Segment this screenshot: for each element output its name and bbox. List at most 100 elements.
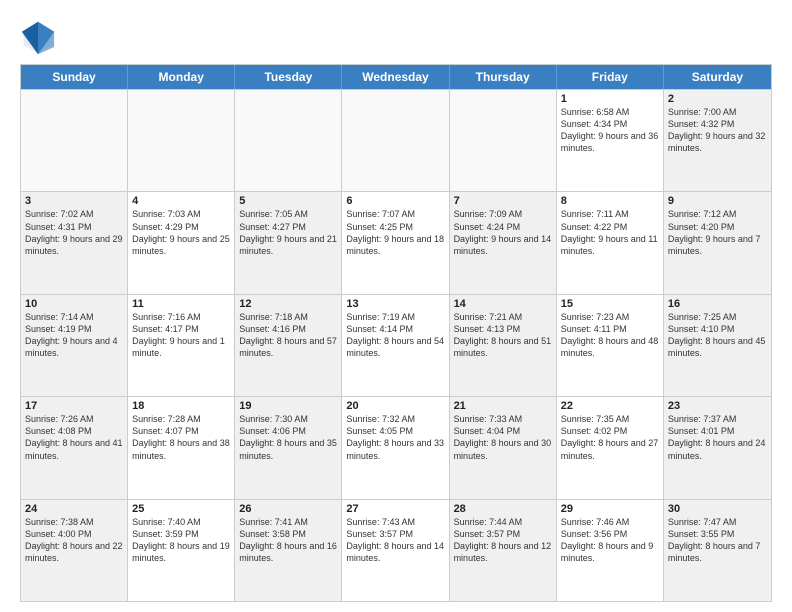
calendar-cell-19: 19Sunrise: 7:30 AM Sunset: 4:06 PM Dayli… [235, 397, 342, 498]
day-info: Sunrise: 6:58 AM Sunset: 4:34 PM Dayligh… [561, 106, 659, 155]
day-number: 24 [25, 503, 123, 515]
day-number: 3 [25, 195, 123, 207]
calendar-cell-4: 4Sunrise: 7:03 AM Sunset: 4:29 PM Daylig… [128, 192, 235, 293]
day-info: Sunrise: 7:33 AM Sunset: 4:04 PM Dayligh… [454, 413, 552, 462]
day-info: Sunrise: 7:02 AM Sunset: 4:31 PM Dayligh… [25, 208, 123, 257]
calendar-cell-16: 16Sunrise: 7:25 AM Sunset: 4:10 PM Dayli… [664, 295, 771, 396]
day-info: Sunrise: 7:12 AM Sunset: 4:20 PM Dayligh… [668, 208, 767, 257]
day-number: 28 [454, 503, 552, 515]
day-number: 23 [668, 400, 767, 412]
calendar-row-1: 3Sunrise: 7:02 AM Sunset: 4:31 PM Daylig… [21, 191, 771, 293]
calendar-cell-26: 26Sunrise: 7:41 AM Sunset: 3:58 PM Dayli… [235, 500, 342, 601]
calendar-body: 1Sunrise: 6:58 AM Sunset: 4:34 PM Daylig… [21, 89, 771, 601]
day-info: Sunrise: 7:00 AM Sunset: 4:32 PM Dayligh… [668, 106, 767, 155]
calendar-cell-1: 1Sunrise: 6:58 AM Sunset: 4:34 PM Daylig… [557, 90, 664, 191]
day-number: 25 [132, 503, 230, 515]
day-info: Sunrise: 7:41 AM Sunset: 3:58 PM Dayligh… [239, 516, 337, 565]
day-number: 12 [239, 298, 337, 310]
logo [20, 20, 58, 56]
calendar-row-0: 1Sunrise: 6:58 AM Sunset: 4:34 PM Daylig… [21, 89, 771, 191]
day-info: Sunrise: 7:47 AM Sunset: 3:55 PM Dayligh… [668, 516, 767, 565]
day-info: Sunrise: 7:09 AM Sunset: 4:24 PM Dayligh… [454, 208, 552, 257]
day-number: 6 [346, 195, 444, 207]
header-cell-wednesday: Wednesday [342, 65, 449, 89]
day-number: 18 [132, 400, 230, 412]
calendar-cell-empty-0-4 [450, 90, 557, 191]
day-info: Sunrise: 7:19 AM Sunset: 4:14 PM Dayligh… [346, 311, 444, 360]
day-number: 4 [132, 195, 230, 207]
calendar-cell-empty-0-0 [21, 90, 128, 191]
calendar-row-3: 17Sunrise: 7:26 AM Sunset: 4:08 PM Dayli… [21, 396, 771, 498]
calendar-cell-20: 20Sunrise: 7:32 AM Sunset: 4:05 PM Dayli… [342, 397, 449, 498]
day-info: Sunrise: 7:30 AM Sunset: 4:06 PM Dayligh… [239, 413, 337, 462]
day-number: 13 [346, 298, 444, 310]
header-cell-tuesday: Tuesday [235, 65, 342, 89]
calendar-cell-7: 7Sunrise: 7:09 AM Sunset: 4:24 PM Daylig… [450, 192, 557, 293]
header [20, 16, 772, 56]
header-cell-thursday: Thursday [450, 65, 557, 89]
day-info: Sunrise: 7:23 AM Sunset: 4:11 PM Dayligh… [561, 311, 659, 360]
calendar-row-2: 10Sunrise: 7:14 AM Sunset: 4:19 PM Dayli… [21, 294, 771, 396]
day-info: Sunrise: 7:46 AM Sunset: 3:56 PM Dayligh… [561, 516, 659, 565]
day-info: Sunrise: 7:28 AM Sunset: 4:07 PM Dayligh… [132, 413, 230, 462]
day-info: Sunrise: 7:18 AM Sunset: 4:16 PM Dayligh… [239, 311, 337, 360]
calendar-cell-empty-0-2 [235, 90, 342, 191]
calendar-cell-17: 17Sunrise: 7:26 AM Sunset: 4:08 PM Dayli… [21, 397, 128, 498]
calendar-cell-14: 14Sunrise: 7:21 AM Sunset: 4:13 PM Dayli… [450, 295, 557, 396]
calendar-cell-15: 15Sunrise: 7:23 AM Sunset: 4:11 PM Dayli… [557, 295, 664, 396]
day-number: 15 [561, 298, 659, 310]
day-number: 8 [561, 195, 659, 207]
calendar-header: SundayMondayTuesdayWednesdayThursdayFrid… [21, 65, 771, 89]
calendar-cell-24: 24Sunrise: 7:38 AM Sunset: 4:00 PM Dayli… [21, 500, 128, 601]
day-number: 20 [346, 400, 444, 412]
day-number: 9 [668, 195, 767, 207]
day-number: 29 [561, 503, 659, 515]
calendar-cell-6: 6Sunrise: 7:07 AM Sunset: 4:25 PM Daylig… [342, 192, 449, 293]
day-number: 10 [25, 298, 123, 310]
calendar-cell-11: 11Sunrise: 7:16 AM Sunset: 4:17 PM Dayli… [128, 295, 235, 396]
day-info: Sunrise: 7:25 AM Sunset: 4:10 PM Dayligh… [668, 311, 767, 360]
calendar-cell-25: 25Sunrise: 7:40 AM Sunset: 3:59 PM Dayli… [128, 500, 235, 601]
day-number: 30 [668, 503, 767, 515]
day-number: 11 [132, 298, 230, 310]
day-number: 16 [668, 298, 767, 310]
header-cell-monday: Monday [128, 65, 235, 89]
day-info: Sunrise: 7:14 AM Sunset: 4:19 PM Dayligh… [25, 311, 123, 360]
calendar-row-4: 24Sunrise: 7:38 AM Sunset: 4:00 PM Dayli… [21, 499, 771, 601]
day-info: Sunrise: 7:03 AM Sunset: 4:29 PM Dayligh… [132, 208, 230, 257]
day-info: Sunrise: 7:32 AM Sunset: 4:05 PM Dayligh… [346, 413, 444, 462]
calendar-cell-29: 29Sunrise: 7:46 AM Sunset: 3:56 PM Dayli… [557, 500, 664, 601]
calendar-cell-2: 2Sunrise: 7:00 AM Sunset: 4:32 PM Daylig… [664, 90, 771, 191]
day-number: 2 [668, 93, 767, 105]
calendar-cell-27: 27Sunrise: 7:43 AM Sunset: 3:57 PM Dayli… [342, 500, 449, 601]
day-info: Sunrise: 7:21 AM Sunset: 4:13 PM Dayligh… [454, 311, 552, 360]
calendar-cell-12: 12Sunrise: 7:18 AM Sunset: 4:16 PM Dayli… [235, 295, 342, 396]
header-cell-sunday: Sunday [21, 65, 128, 89]
day-number: 14 [454, 298, 552, 310]
calendar-cell-5: 5Sunrise: 7:05 AM Sunset: 4:27 PM Daylig… [235, 192, 342, 293]
header-cell-saturday: Saturday [664, 65, 771, 89]
calendar-cell-empty-0-3 [342, 90, 449, 191]
day-info: Sunrise: 7:16 AM Sunset: 4:17 PM Dayligh… [132, 311, 230, 360]
day-number: 27 [346, 503, 444, 515]
day-info: Sunrise: 7:40 AM Sunset: 3:59 PM Dayligh… [132, 516, 230, 565]
calendar: SundayMondayTuesdayWednesdayThursdayFrid… [20, 64, 772, 602]
calendar-cell-21: 21Sunrise: 7:33 AM Sunset: 4:04 PM Dayli… [450, 397, 557, 498]
day-number: 19 [239, 400, 337, 412]
day-info: Sunrise: 7:07 AM Sunset: 4:25 PM Dayligh… [346, 208, 444, 257]
page: SundayMondayTuesdayWednesdayThursdayFrid… [0, 0, 792, 612]
calendar-cell-empty-0-1 [128, 90, 235, 191]
calendar-cell-30: 30Sunrise: 7:47 AM Sunset: 3:55 PM Dayli… [664, 500, 771, 601]
calendar-cell-23: 23Sunrise: 7:37 AM Sunset: 4:01 PM Dayli… [664, 397, 771, 498]
day-info: Sunrise: 7:35 AM Sunset: 4:02 PM Dayligh… [561, 413, 659, 462]
day-number: 7 [454, 195, 552, 207]
calendar-cell-18: 18Sunrise: 7:28 AM Sunset: 4:07 PM Dayli… [128, 397, 235, 498]
calendar-cell-22: 22Sunrise: 7:35 AM Sunset: 4:02 PM Dayli… [557, 397, 664, 498]
day-number: 17 [25, 400, 123, 412]
day-number: 22 [561, 400, 659, 412]
calendar-cell-8: 8Sunrise: 7:11 AM Sunset: 4:22 PM Daylig… [557, 192, 664, 293]
calendar-cell-9: 9Sunrise: 7:12 AM Sunset: 4:20 PM Daylig… [664, 192, 771, 293]
day-info: Sunrise: 7:26 AM Sunset: 4:08 PM Dayligh… [25, 413, 123, 462]
day-info: Sunrise: 7:44 AM Sunset: 3:57 PM Dayligh… [454, 516, 552, 565]
day-info: Sunrise: 7:37 AM Sunset: 4:01 PM Dayligh… [668, 413, 767, 462]
